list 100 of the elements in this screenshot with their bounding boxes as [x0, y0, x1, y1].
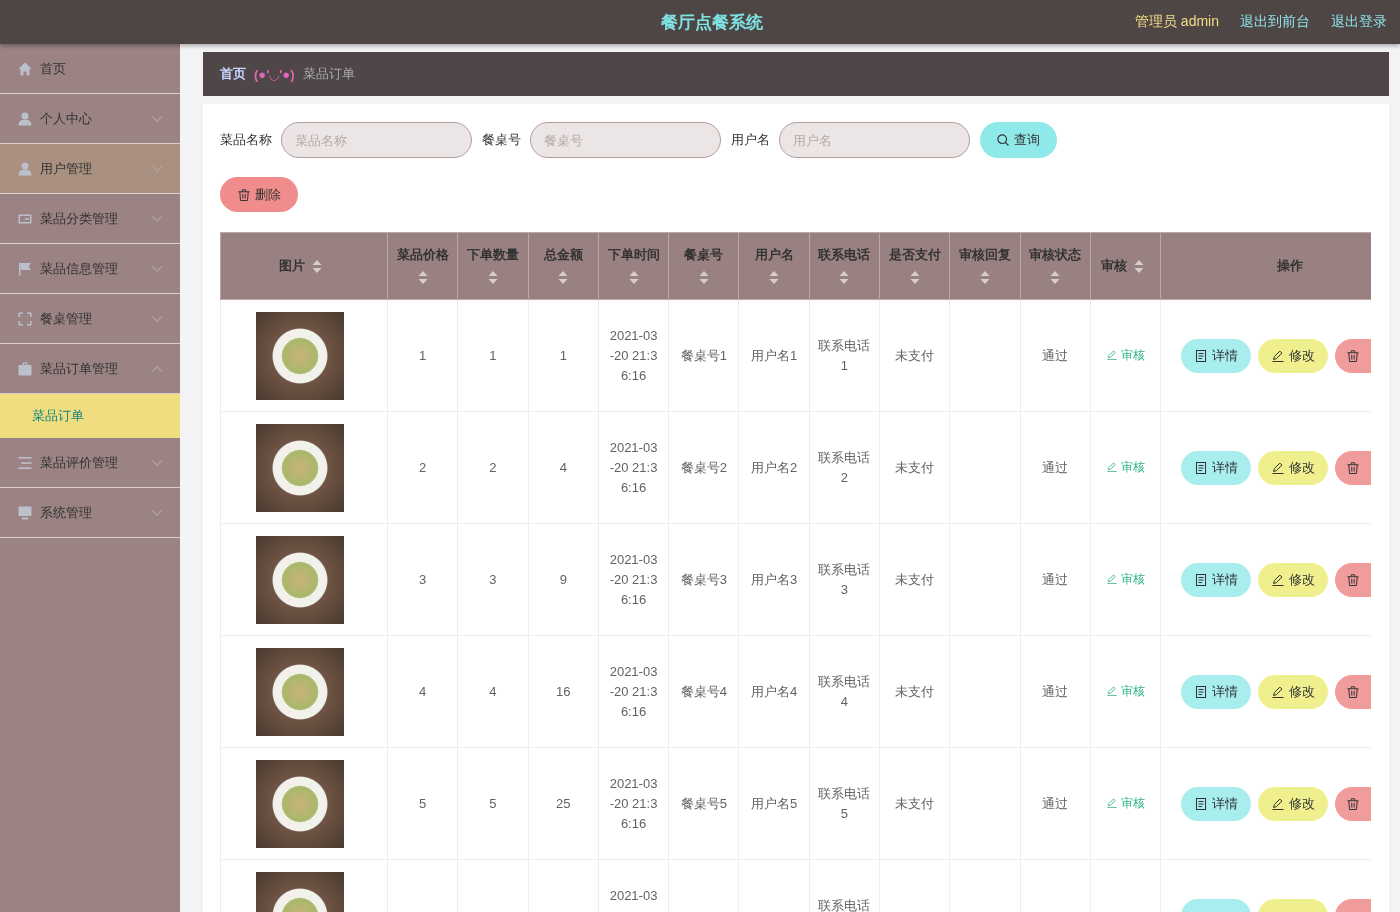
- delete-button[interactable]: [1335, 450, 1371, 485]
- trash-icon: [237, 188, 250, 201]
- delete-button[interactable]: [1335, 562, 1371, 597]
- column-header: 审核状态: [1029, 247, 1082, 262]
- delete-button[interactable]: 删除: [220, 177, 298, 212]
- search-button[interactable]: 查询: [980, 122, 1057, 158]
- price-text: 5: [419, 794, 427, 813]
- search-field[interactable]: 餐桌号: [530, 122, 721, 158]
- detail-button[interactable]: 详情: [1181, 674, 1252, 709]
- sort-icon[interactable]: [980, 271, 990, 285]
- column-header: 审核回复: [959, 247, 1011, 262]
- pencil-icon: [1106, 574, 1117, 584]
- order-time-text: 2021-03-20 21:36:16: [608, 774, 659, 833]
- sidebar-item[interactable]: 用户管理: [0, 144, 180, 194]
- search-icon: [997, 134, 1009, 146]
- header-link[interactable]: 退出到前台: [1240, 13, 1310, 31]
- price-text: 1: [419, 346, 427, 365]
- review-status-text: 通过: [1042, 458, 1069, 477]
- review-status-text: 通过: [1042, 682, 1069, 701]
- trash-icon: [1347, 797, 1360, 810]
- sort-icon[interactable]: [1133, 260, 1144, 274]
- list-icon: [18, 455, 32, 470]
- sort-icon[interactable]: [769, 271, 780, 285]
- column-header: 餐桌号: [684, 247, 724, 262]
- sort-icon[interactable]: [1050, 271, 1061, 285]
- total-amount-text: 9: [559, 570, 567, 589]
- search-field[interactable]: 用户名: [779, 122, 970, 158]
- review-status-text: 通过: [1042, 346, 1069, 365]
- edit-button[interactable]: 修改: [1258, 674, 1329, 709]
- field-label: 用户名: [731, 131, 770, 149]
- admin-user-label: 管理员 admin: [1134, 13, 1219, 31]
- trash-icon: [1347, 685, 1360, 698]
- sort-icon[interactable]: [312, 260, 322, 274]
- app-title: 餐厅点餐系统: [661, 11, 763, 34]
- detail-button[interactable]: 详情: [1181, 562, 1252, 597]
- detail-button[interactable]: 详情: [1181, 786, 1252, 821]
- sidebar-item[interactable]: 菜品评价管理: [0, 438, 180, 488]
- detail-button[interactable]: 详情: [1181, 338, 1252, 373]
- pencil-icon: [1106, 798, 1117, 808]
- frame-icon: [18, 311, 32, 326]
- order-time-text: 2021-03-20 21:36:16: [608, 662, 659, 721]
- quantity-text: 1: [489, 346, 497, 365]
- doc-icon: [1194, 461, 1207, 474]
- phone-text: 联系电话: [818, 896, 871, 912]
- breadcrumb-link[interactable]: 首页: [220, 65, 246, 83]
- column-header: 图片: [279, 258, 305, 273]
- sort-icon[interactable]: [698, 271, 709, 285]
- sidebar-item[interactable]: 系统管理: [0, 488, 180, 538]
- edit-button[interactable]: 修改: [1258, 562, 1329, 597]
- payment-status-text: 未支付: [895, 346, 935, 365]
- sort-icon[interactable]: [558, 271, 569, 285]
- total-amount-text: 16: [556, 682, 571, 701]
- table-number-text: 餐桌号3: [680, 570, 727, 589]
- phone-text: 联系电话4: [817, 672, 872, 711]
- username-text: 用户名5: [751, 794, 798, 813]
- order-time-text: 2021-03: [609, 886, 658, 905]
- sort-icon[interactable]: [487, 271, 498, 285]
- username-text: 用户名3: [751, 570, 798, 589]
- sort-icon[interactable]: [417, 271, 428, 285]
- delete-button[interactable]: [1335, 786, 1371, 821]
- search-field[interactable]: 菜品名称: [281, 122, 472, 158]
- pencil-icon: [1271, 461, 1284, 474]
- detail-button[interactable]: 详情: [1181, 450, 1252, 485]
- field-label: 菜品名称: [220, 131, 272, 149]
- username-text: 用户名4: [751, 682, 798, 701]
- flag-icon: [18, 261, 32, 276]
- sidebar-item[interactable]: 餐桌管理: [0, 294, 180, 344]
- edit-button[interactable]: 修改: [1258, 450, 1329, 485]
- phone-text: 联系电话5: [817, 784, 872, 823]
- pencil-icon: [1271, 685, 1284, 698]
- delete-button[interactable]: [1335, 338, 1371, 373]
- sort-icon[interactable]: [839, 271, 850, 285]
- table-number-text: 餐桌号5: [680, 794, 727, 813]
- price-text: 4: [419, 682, 427, 701]
- table-number-text: 餐桌号4: [680, 682, 727, 701]
- quantity-text: 3: [489, 570, 497, 589]
- phone-text: 联系电话3: [817, 560, 872, 599]
- column-header: 菜品价格: [396, 247, 449, 262]
- sort-icon[interactable]: [628, 271, 639, 285]
- briefcase-icon: [18, 361, 32, 376]
- sidebar-item[interactable]: 菜品分类管理: [0, 194, 180, 244]
- user-icon: [18, 161, 32, 176]
- breadcrumb-current: 菜品订单: [302, 65, 355, 83]
- sidebar-item[interactable]: 首页: [0, 44, 180, 94]
- sidebar-item[interactable]: 菜品信息管理: [0, 244, 180, 294]
- column-header: 操作: [1277, 258, 1304, 273]
- pencil-icon: [1271, 797, 1284, 810]
- header-link[interactable]: 退出登录: [1331, 13, 1387, 31]
- edit-button[interactable]: 修改: [1258, 786, 1329, 821]
- column-header: 下单时间: [607, 247, 660, 262]
- sort-icon[interactable]: [909, 271, 920, 285]
- delete-button[interactable]: [1335, 674, 1371, 709]
- sidebar-subitem[interactable]: 菜品订单: [0, 394, 180, 438]
- doc-icon: [1194, 573, 1207, 586]
- pencil-icon: [1106, 350, 1117, 360]
- username-text: 用户名1: [751, 346, 798, 365]
- quantity-text: 2: [489, 458, 497, 477]
- username-text: 用户名2: [751, 458, 798, 477]
- doc-icon: [1194, 797, 1207, 810]
- edit-button[interactable]: 修改: [1258, 338, 1329, 373]
